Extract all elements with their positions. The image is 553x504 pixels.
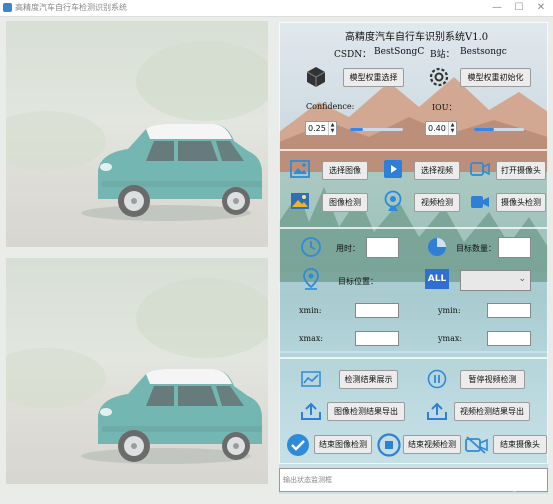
window-title: 高精度汽车自行车检测识别系统 [15, 3, 127, 12]
xmax-label: xmax: [299, 334, 324, 343]
iou-slider[interactable] [474, 128, 524, 131]
all-targets-icon: ALL [425, 269, 449, 289]
confidence-spinbox[interactable]: 0.25 ▲ ▼ [305, 121, 337, 136]
export-image-result-button[interactable]: 图像检测结果导出 [327, 402, 405, 421]
upload-icon [301, 402, 321, 420]
spin-arrows-icon[interactable]: ▲ ▼ [328, 122, 336, 135]
iou-value: 0.40 [428, 124, 446, 133]
bilibili-value: Bestsongc [460, 47, 507, 57]
location-pin-icon [303, 268, 319, 290]
camera-detect-button[interactable]: 摄像头检测 [496, 193, 546, 212]
xmin-label: xmin: [299, 306, 322, 315]
camera-detect-icon [471, 196, 489, 208]
ymin-output [487, 303, 531, 318]
spin-arrows-icon[interactable]: ▲ ▼ [448, 122, 456, 135]
target-select-dropdown[interactable]: ⌄ [460, 270, 531, 291]
app-title: 高精度汽车自行车识别系统V1.0 [345, 32, 489, 43]
end-image-detect-button[interactable]: 结束图像检测 [314, 435, 372, 454]
video-detect-button[interactable]: 视频检测 [414, 193, 460, 212]
image-detect-button[interactable]: 图像检测 [322, 193, 368, 212]
csdn-value: BestSongC [374, 47, 425, 57]
ymax-label: ymax: [438, 334, 463, 343]
camera-icon [470, 162, 490, 176]
xmax-output [355, 331, 399, 346]
status-placeholder: 输出状态监测框 [283, 476, 332, 484]
pause-icon [427, 369, 447, 389]
select-image-button[interactable]: 选择图像 [322, 161, 368, 180]
confidence-slider-fill [350, 128, 364, 131]
pie-chart-icon [428, 238, 446, 256]
ymin-label: ymin: [438, 306, 461, 315]
line-chart-icon [301, 371, 321, 387]
iou-label: IOU： [432, 103, 457, 112]
iou-slider-fill [474, 128, 494, 131]
confidence-slider[interactable] [350, 128, 403, 131]
show-result-button[interactable]: 检测结果展示 [339, 370, 398, 389]
confidence-label: Confidence: [306, 102, 355, 111]
time-label: 用时： [336, 244, 360, 253]
select-weights-button[interactable]: 模型权重选择 [343, 68, 404, 87]
end-video-detect-button[interactable]: 结束视频检测 [403, 435, 461, 454]
cube-icon [306, 67, 326, 87]
position-label: 目标位置： [338, 277, 378, 286]
upload-icon [427, 402, 447, 420]
original-image-display [6, 21, 268, 247]
time-output [366, 237, 399, 258]
gear-icon [429, 67, 449, 87]
csdn-label: CSDN： [334, 50, 372, 60]
clock-icon [301, 237, 321, 257]
select-video-button[interactable]: 选择视频 [414, 161, 460, 180]
init-weights-button[interactable]: 模型权重初始化 [460, 68, 531, 87]
open-camera-button[interactable]: 打开摄像头 [496, 161, 546, 180]
stop-circle-icon [377, 433, 401, 457]
image-detect-icon [291, 193, 309, 209]
webcam-icon [384, 190, 402, 211]
car-photo-original [6, 21, 268, 247]
image-icon [290, 160, 310, 178]
bilibili-label: B站： [430, 50, 455, 60]
close-button[interactable]: ✕ [530, 1, 552, 14]
video-file-icon [384, 160, 402, 178]
car-photo-detected [6, 258, 268, 484]
app-icon [3, 3, 12, 12]
iou-spinbox[interactable]: 0.40 ▲ ▼ [425, 121, 457, 136]
export-video-result-button[interactable]: 视频检测结果导出 [454, 402, 530, 421]
title-bar: 高精度汽车自行车检测识别系统 — ☐ ✕ [0, 0, 553, 17]
ymax-output [487, 331, 531, 346]
check-circle-icon [287, 434, 309, 456]
camera-off-icon [465, 436, 488, 454]
watermark-text: CSDN @BestSongC [412, 478, 528, 492]
count-output [498, 237, 531, 258]
minimize-button[interactable]: — [486, 1, 508, 14]
maximize-button[interactable]: ☐ [508, 1, 530, 14]
pause-video-button[interactable]: 暂停视频检测 [460, 370, 525, 389]
end-camera-button[interactable]: 结束摄像头 [493, 435, 547, 454]
confidence-value: 0.25 [308, 124, 326, 133]
count-label: 目标数量： [456, 244, 496, 253]
chevron-down-icon: ⌄ [518, 274, 526, 284]
detection-image-display [6, 258, 268, 484]
xmin-output [355, 303, 399, 318]
